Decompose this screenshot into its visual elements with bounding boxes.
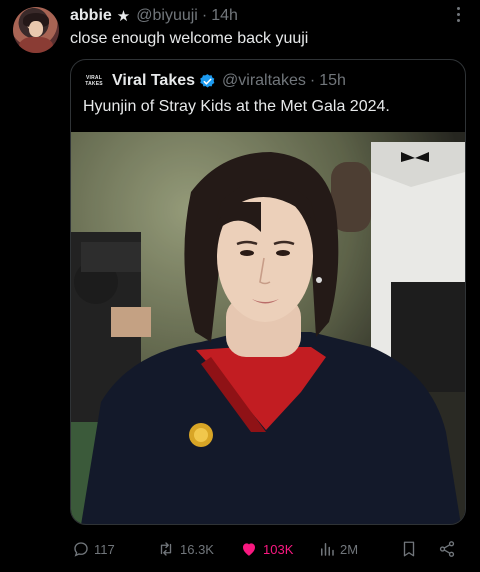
quoted-text: Hyunjin of Stray Kids at the Met Gala 20… (83, 98, 390, 115)
bookmark-icon (403, 541, 415, 557)
share-button[interactable] (438, 540, 456, 558)
reply-button[interactable]: 117 (72, 540, 115, 558)
more-icon[interactable] (454, 5, 462, 25)
user-handle[interactable]: @biyuuji (136, 7, 198, 25)
tweet-header: abbie ★ @biyuuji · 14h (70, 6, 480, 26)
action-bar: 117 16.3K 103K 2M (0, 536, 480, 564)
reply-icon (74, 542, 88, 557)
reply-count: 117 (94, 541, 115, 557)
quoted-timestamp[interactable]: 15h (319, 72, 346, 90)
views-count: 2M (340, 541, 359, 557)
star-symbol: ★ (116, 8, 131, 25)
separator: · (309, 72, 316, 89)
separator: · (201, 7, 208, 24)
display-name[interactable]: abbie (70, 7, 112, 25)
like-count: 103K (263, 541, 294, 557)
share-icon (439, 541, 455, 557)
repost-count: 16.3K (180, 541, 214, 557)
repost-button[interactable]: 16.3K (156, 540, 214, 558)
verified-icon (200, 73, 215, 88)
tweet-photo[interactable] (71, 132, 465, 524)
tweet-text: close enough welcome back yuuji (70, 30, 309, 47)
quoted-display-name[interactable]: Viral Takes (112, 72, 195, 90)
quoted-header: VIRAL TAKES Viral Takes @viraltakes · 15… (83, 71, 455, 91)
photo-illustration (71, 132, 465, 524)
views-icon (321, 543, 334, 556)
timestamp[interactable]: 14h (211, 7, 238, 25)
like-icon (243, 543, 255, 556)
avatar[interactable] (13, 7, 59, 53)
views-button[interactable]: 2M (318, 540, 358, 558)
like-button[interactable]: 103K (239, 540, 293, 558)
repost-icon (160, 542, 172, 556)
bookmark-button[interactable] (400, 540, 418, 558)
viral-takes-logo: VIRAL TAKES (85, 75, 103, 87)
quoted-tweet[interactable]: VIRAL TAKES Viral Takes @viraltakes · 15… (70, 59, 466, 525)
quoted-handle[interactable]: @viraltakes (222, 72, 306, 90)
